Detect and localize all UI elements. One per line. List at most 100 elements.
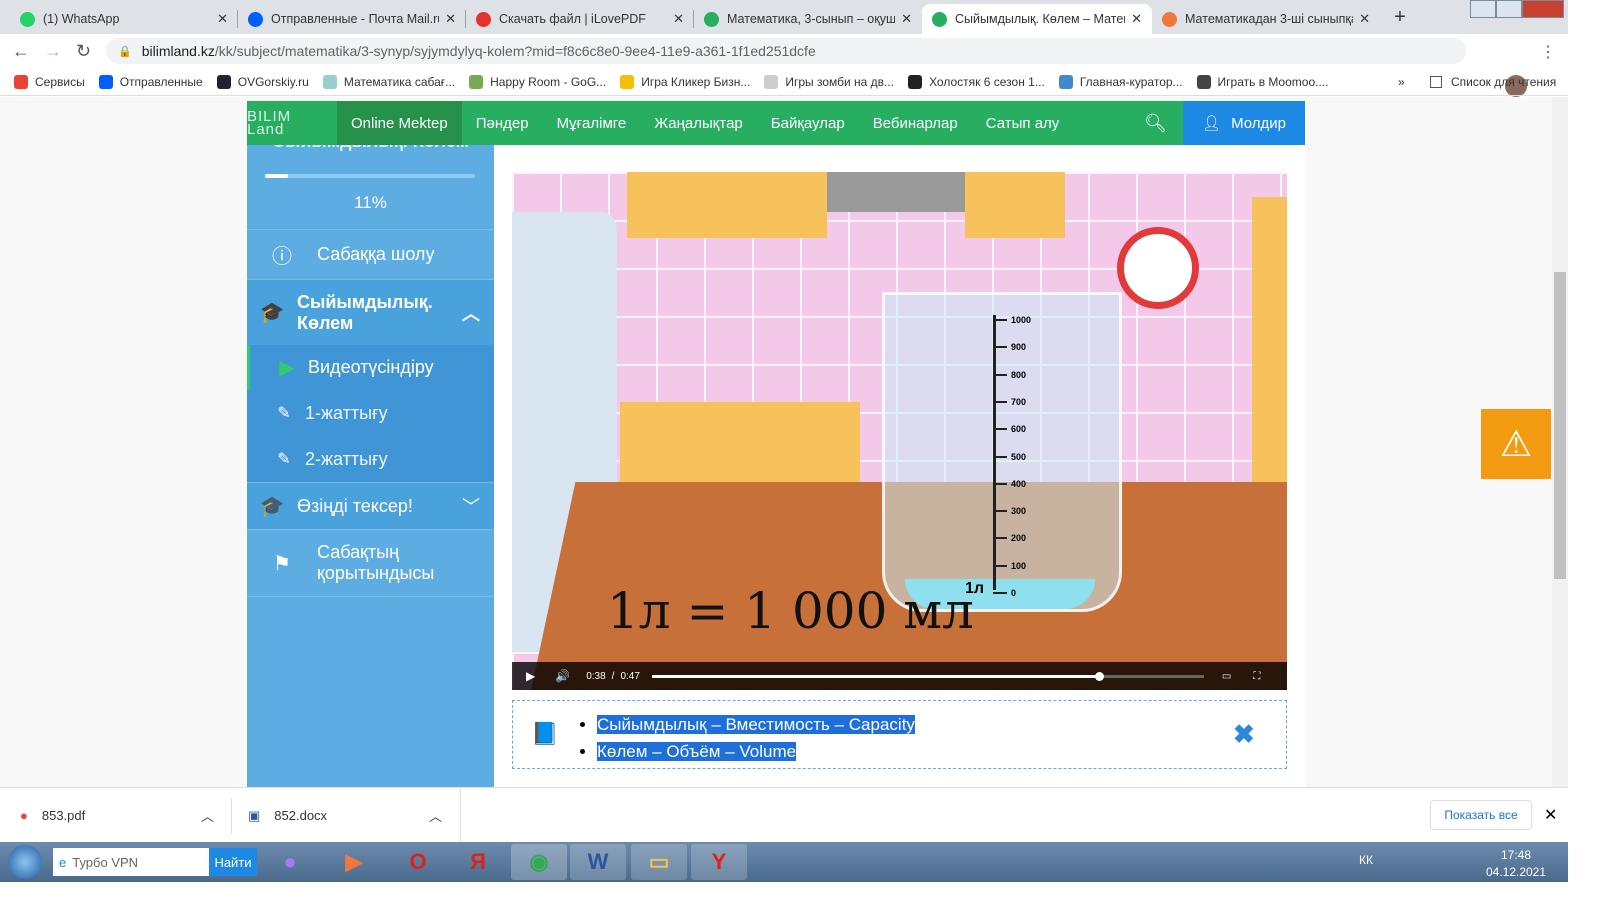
tab[interactable]: (1) WhatsApp ✕ <box>10 4 238 34</box>
warning-icon: ⚠ <box>1499 423 1533 464</box>
current-time: 0:38 <box>586 670 606 682</box>
reading-list-button[interactable]: Список для чтения <box>1430 75 1556 89</box>
scrollbar[interactable] <box>1552 97 1568 787</box>
sidebar-item-label: Сабаққа шолу <box>317 244 435 264</box>
sidebar-item-section[interactable]: 🎓 Сыйымдылық. Көлем ︿ <box>247 279 494 345</box>
address-bar[interactable]: 🔒 bilimland.kz/kk/subject/matematika/3-s… <box>106 38 1466 64</box>
user-button[interactable]: 👤︎ Молдир <box>1183 101 1305 145</box>
bookmark[interactable]: Игра Кликер Бизн... <box>620 74 750 89</box>
bookmark-icon <box>620 74 635 89</box>
search-icon[interactable]: 🔍︎ <box>1144 113 1167 134</box>
fullscreen-button[interactable]: ⛶ <box>1253 671 1260 682</box>
taskbar-app-yandex-browser[interactable]: Y <box>691 844 747 880</box>
bookmark-label: Игры зомби на дв... <box>785 74 895 89</box>
scale-tick: 200 <box>993 533 1026 543</box>
seek-bar[interactable] <box>651 671 1204 681</box>
nav-item[interactable]: Вебинарлар <box>859 101 972 145</box>
sidebar-item-summary[interactable]: ⚑ Сабақтың қорытындысы <box>247 529 494 597</box>
more-bookmarks-icon[interactable]: » <box>1398 75 1405 89</box>
bookmark-label: Математика сабағ... <box>343 74 456 89</box>
tab[interactable]: Математикадан 3-ші сыныпқа ✕ <box>1152 4 1380 34</box>
taskbar-app-chrome[interactable]: ◉ <box>511 844 567 880</box>
scale-tick: 900 <box>993 342 1026 352</box>
close-icon[interactable]: ✖ <box>1233 719 1255 750</box>
start-button[interactable] <box>8 845 42 879</box>
minimize-button[interactable] <box>1470 0 1496 18</box>
scale-label: 500 <box>1011 451 1027 462</box>
bookmark[interactable]: Игры зомби на дв... <box>764 74 895 89</box>
download-item[interactable]: ● 853.pdf ︿ <box>20 788 220 843</box>
bookmark[interactable]: OVGorskiy.ru <box>216 74 309 89</box>
taskbar-app-video[interactable]: ▶ <box>326 844 382 880</box>
pip-button[interactable]: ▭ <box>1222 671 1231 682</box>
download-item[interactable]: ▣ 852.docx ︿ <box>248 788 448 843</box>
taskbar-app-opera[interactable]: O <box>390 844 446 880</box>
vpn-search-input[interactable]: e Турбо VPN <box>53 848 209 876</box>
volume-button[interactable]: 🔊 <box>555 669 570 683</box>
close-window-button[interactable] <box>1522 0 1564 18</box>
close-tab-icon[interactable]: ✕ <box>673 11 684 27</box>
taskbar-app-yandex[interactable]: Я <box>450 844 506 880</box>
sidebar-item-overview[interactable]: ⓘ Сабаққа шолу <box>247 229 494 279</box>
sidebar-item-self-check[interactable]: 🎓 Өзіңді тексер! ﹀ <box>247 482 494 529</box>
scale-label: 400 <box>1011 478 1027 489</box>
chevron-up-icon[interactable]: ︿ <box>201 806 214 825</box>
bookmark[interactable]: Сервисы <box>14 74 85 89</box>
bookmark[interactable]: Отправленные <box>98 74 203 89</box>
tab-title: Математикадан 3-ші сыныпқа <box>1185 12 1354 26</box>
clock-time[interactable]: 17:48 <box>1490 848 1542 862</box>
bookmark-label: Отправленные <box>119 74 203 89</box>
tab[interactable]: Скачать файл | iLovePDF ✕ <box>466 4 694 34</box>
clock-date[interactable]: 04.12.2021 <box>1485 865 1547 879</box>
maximize-button[interactable] <box>1496 0 1522 18</box>
language-indicator[interactable]: КК <box>1359 853 1373 867</box>
close-tab-icon[interactable]: ✕ <box>217 11 228 27</box>
bookmark-label: Happy Room - GoG... <box>490 74 607 89</box>
nav-item[interactable]: Жаңалықтар <box>640 101 756 145</box>
chevron-up-icon[interactable]: ︿ <box>429 806 442 825</box>
nav-item[interactable]: Мұғалімге <box>543 101 641 145</box>
search-button[interactable]: Найти <box>209 848 257 876</box>
back-icon[interactable]: ← <box>12 41 30 62</box>
video-player[interactable]: 1000 900 800 700 600 500 400 300 200 100 0 1л 1л =… <box>512 172 1287 690</box>
bookmark[interactable]: Главная-куратор... <box>1058 74 1183 89</box>
forward-icon[interactable]: → <box>44 41 62 62</box>
play-button[interactable]: ▶ <box>526 669 535 683</box>
bookmark[interactable]: Математика сабағ... <box>322 74 456 89</box>
bookmark-icon <box>322 74 337 89</box>
url-path: /kk/subject/matematika/3-synyp/syjymdyly… <box>214 43 816 59</box>
menu-icon[interactable]: ⋮ <box>1540 42 1556 62</box>
tab[interactable]: Математика, 3-сынып – оқушы ✕ <box>694 4 922 34</box>
sidebar-item-video[interactable]: ▶ Видеотүсіндіру <box>247 345 494 390</box>
new-tab-button[interactable]: + <box>1386 6 1414 30</box>
video-controls: ▶ 🔊 0:38 / 0:47 ▭ ⛶ <box>512 662 1287 690</box>
nav-item[interactable]: Сатып алу <box>972 101 1074 145</box>
nav-item[interactable]: Пәндер <box>462 101 543 145</box>
taskbar-app-word[interactable]: W <box>570 844 626 880</box>
tab[interactable]: Сыйымдылық. Көлем – Матема ✕ <box>922 4 1152 34</box>
ie-icon: e <box>59 854 67 870</box>
sidebar-item-exercise-2[interactable]: ✎ 2-жаттығу <box>247 436 494 482</box>
sidebar-item-exercise-1[interactable]: ✎ 1-жаттығу <box>247 390 494 436</box>
close-icon[interactable]: ✕ <box>1544 805 1557 825</box>
close-tab-icon[interactable]: ✕ <box>1359 11 1370 27</box>
cabinet <box>1252 197 1287 497</box>
user-icon: 👤︎ <box>1202 115 1222 132</box>
tab[interactable]: Отправленные - Почта Mail.ru ✕ <box>238 4 466 34</box>
taskbar-app-alice[interactable]: ● <box>262 844 318 880</box>
close-tab-icon[interactable]: ✕ <box>1131 11 1142 27</box>
bilimland-logo[interactable]: BILIM Land <box>247 109 307 137</box>
lock-icon: 🔒 <box>118 45 132 58</box>
nav-item[interactable]: Online Mektep <box>337 101 462 145</box>
glossary-box: 📘 Сыйымдылық – Вместимость – Capacity Кө… <box>512 700 1287 769</box>
close-tab-icon[interactable]: ✕ <box>445 11 456 27</box>
bookmark[interactable]: Играть в Moomoo.... <box>1196 74 1328 89</box>
report-warning-button[interactable]: ⚠ <box>1481 409 1551 479</box>
bookmark[interactable]: Холостяк 6 сезон 1... <box>908 74 1045 89</box>
taskbar-app-explorer[interactable]: ▭ <box>631 844 687 880</box>
bookmark[interactable]: Happy Room - GoG... <box>469 74 607 89</box>
reload-icon[interactable]: ↻ <box>76 41 91 62</box>
show-all-button[interactable]: Показать все <box>1430 800 1532 830</box>
nav-item[interactable]: Байқаулар <box>757 101 859 145</box>
close-tab-icon[interactable]: ✕ <box>901 11 912 27</box>
